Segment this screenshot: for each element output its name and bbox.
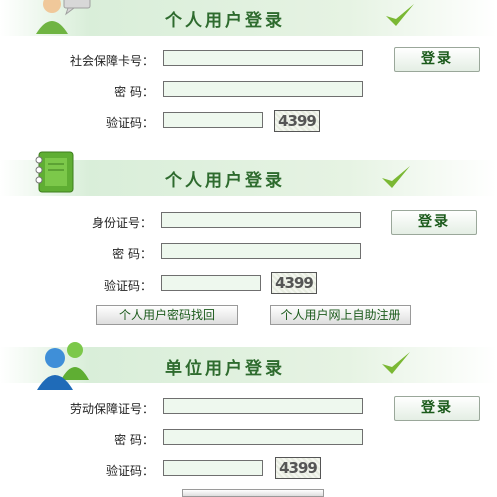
captcha-label: 验证码： <box>103 279 152 293</box>
password-label: 密 码： <box>114 85 154 99</box>
labor-number-label: 劳动保障证号： <box>69 402 154 416</box>
user-group-icon <box>37 340 91 393</box>
captcha-image[interactable]: 4399 <box>275 457 321 479</box>
captcha-input[interactable] <box>163 460 263 476</box>
password-input[interactable] <box>163 429 363 445</box>
labor-number-input[interactable] <box>163 398 363 414</box>
checkmark-icon <box>384 2 416 33</box>
captcha-label: 验证码： <box>105 464 154 478</box>
section-title: 单位用户登录 <box>165 359 285 379</box>
user-chat-icon <box>36 0 92 39</box>
captcha-label: 验证码： <box>105 116 154 130</box>
self-register-button[interactable]: 个人用户网上自助注册 <box>270 305 411 325</box>
password-input[interactable] <box>163 81 363 97</box>
password-label: 密 码： <box>112 247 152 261</box>
password-recovery-button[interactable]: 个人用户密码找回 <box>96 305 238 325</box>
captcha-image[interactable]: 4399 <box>271 272 317 294</box>
id-number-label: 身份证号： <box>91 216 152 230</box>
captcha-input[interactable] <box>161 275 261 291</box>
partially-visible-button[interactable] <box>182 489 324 497</box>
card-number-label: 社会保障卡号： <box>69 54 154 68</box>
login-button[interactable]: 登录 <box>394 47 480 72</box>
password-label: 密 码： <box>114 433 154 447</box>
login-button[interactable]: 登录 <box>391 210 477 235</box>
captcha-image[interactable]: 4399 <box>274 110 320 132</box>
login-button[interactable]: 登录 <box>394 396 480 421</box>
id-number-input[interactable] <box>161 212 361 228</box>
section-title: 个人用户登录 <box>165 171 285 191</box>
captcha-input[interactable] <box>163 112 263 128</box>
notebook-icon <box>33 150 75 197</box>
section-title: 个人用户登录 <box>165 11 285 31</box>
checkmark-icon <box>380 350 412 381</box>
password-input[interactable] <box>161 243 361 259</box>
checkmark-icon <box>380 164 412 195</box>
card-number-input[interactable] <box>163 50 363 66</box>
